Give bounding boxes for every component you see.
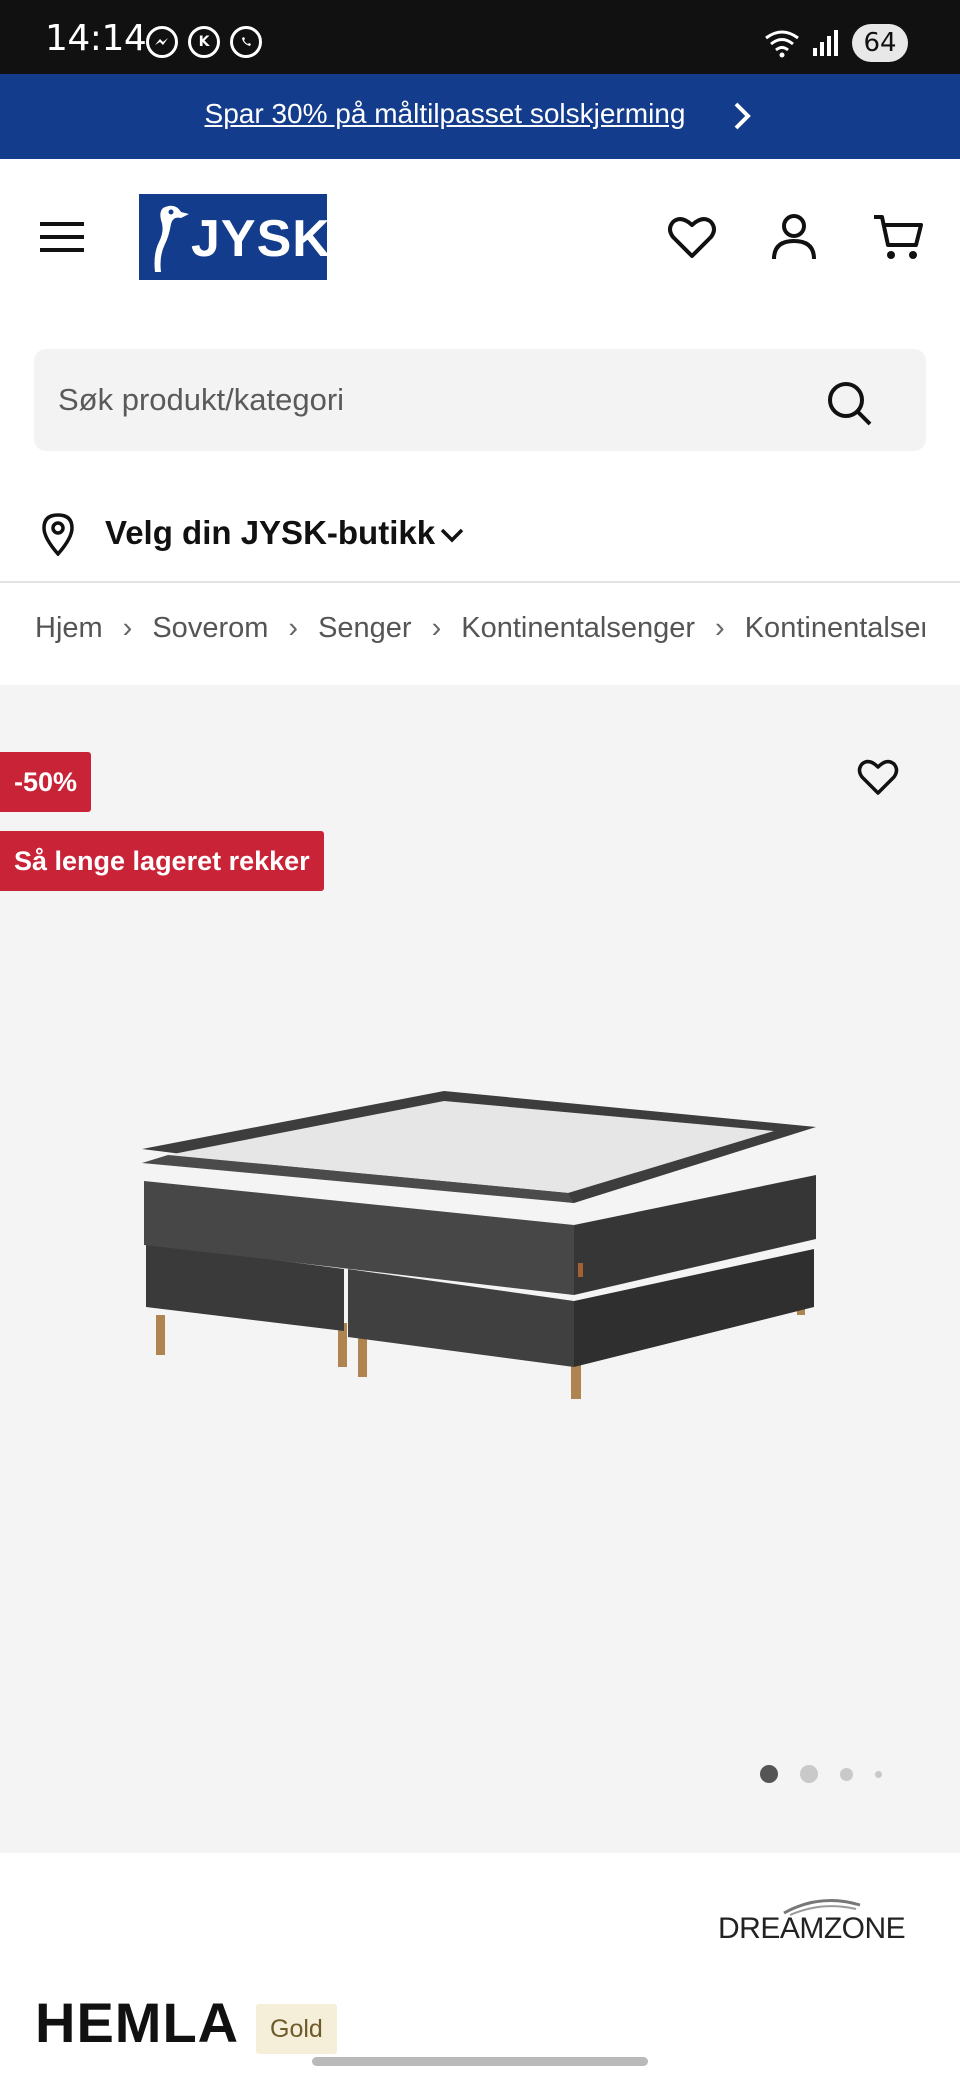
status-bar: 14:14 K 64 <box>0 0 960 74</box>
pagination-dot[interactable] <box>875 1770 882 1778</box>
divider <box>0 581 960 583</box>
messenger-icon <box>146 26 178 58</box>
hamburger-menu-icon[interactable] <box>40 219 84 255</box>
promo-text[interactable]: Spar 30% på måltilpasset solskjerming <box>0 98 890 130</box>
pagination-dot[interactable] <box>840 1767 853 1781</box>
product-title: HEMLA <box>35 1991 240 2054</box>
chevron-down-icon <box>440 528 464 543</box>
search-bar <box>34 349 926 451</box>
breadcrumb-item-senger[interactable]: Senger <box>318 612 412 645</box>
wifi-icon <box>765 30 799 58</box>
image-pagination-dots[interactable] <box>760 1765 882 1783</box>
breadcrumb: Hjem › Soverom › Senger › Kontinentalsenger › Ko… <box>35 612 925 662</box>
kotlin-app-icon: K <box>188 26 220 58</box>
status-indicators: 64 <box>764 24 908 62</box>
pagination-dot-active[interactable] <box>760 1765 778 1783</box>
promo-banner[interactable]: Spar 30% på måltilpasset solskjerming <box>0 74 960 159</box>
chevron-right-icon <box>734 102 751 130</box>
breadcrumb-separator: › <box>122 612 133 644</box>
user-account-icon[interactable] <box>768 211 820 263</box>
store-selector[interactable]: Velg din JYSK-butikk <box>0 494 960 576</box>
breadcrumb-separator: › <box>715 612 725 644</box>
breadcrumb-separator: › <box>431 612 442 644</box>
breadcrumb-item-kontinentalsenger[interactable]: Kontinentalsenger <box>461 612 695 645</box>
goose-logo-icon <box>154 205 189 272</box>
pagination-dot[interactable] <box>800 1765 818 1783</box>
discount-badge: -50% <box>0 752 92 812</box>
product-image-bed <box>142 1091 816 1399</box>
stock-badge: Så lenge lageret rekker <box>0 831 324 891</box>
breadcrumb-separator: › <box>288 612 299 644</box>
whatsapp-icon <box>230 26 262 58</box>
home-indicator[interactable] <box>312 2057 648 2066</box>
breadcrumb-item-home[interactable]: Hjem <box>35 612 103 645</box>
store-selector-label[interactable]: Velg din JYSK-butikk <box>105 514 435 552</box>
signal-icon <box>813 30 838 56</box>
jysk-logo[interactable]: JYSK <box>139 194 330 280</box>
heart-icon[interactable] <box>666 211 718 263</box>
site-header: JYSK <box>0 159 960 319</box>
search-input[interactable] <box>58 375 798 425</box>
search-icon[interactable] <box>826 380 874 428</box>
quality-tier-badge: Gold <box>256 2004 337 2054</box>
status-time: 14:14 <box>45 18 147 59</box>
logo-text: JYSK <box>191 210 331 268</box>
cart-icon[interactable] <box>872 211 924 263</box>
favorite-heart-icon[interactable] <box>856 755 900 799</box>
brand-name: DREAMZONE <box>718 1912 906 1945</box>
product-image-gallery[interactable]: -50% Så lenge lageret rekker <box>0 685 960 1853</box>
breadcrumb-item-current[interactable]: Kontinentalsenger <box>745 612 925 645</box>
battery-indicator: 64 <box>852 24 908 62</box>
location-pin-icon <box>42 513 74 556</box>
breadcrumb-item-soverom[interactable]: Soverom <box>152 612 268 645</box>
notification-icons: K <box>146 26 262 58</box>
